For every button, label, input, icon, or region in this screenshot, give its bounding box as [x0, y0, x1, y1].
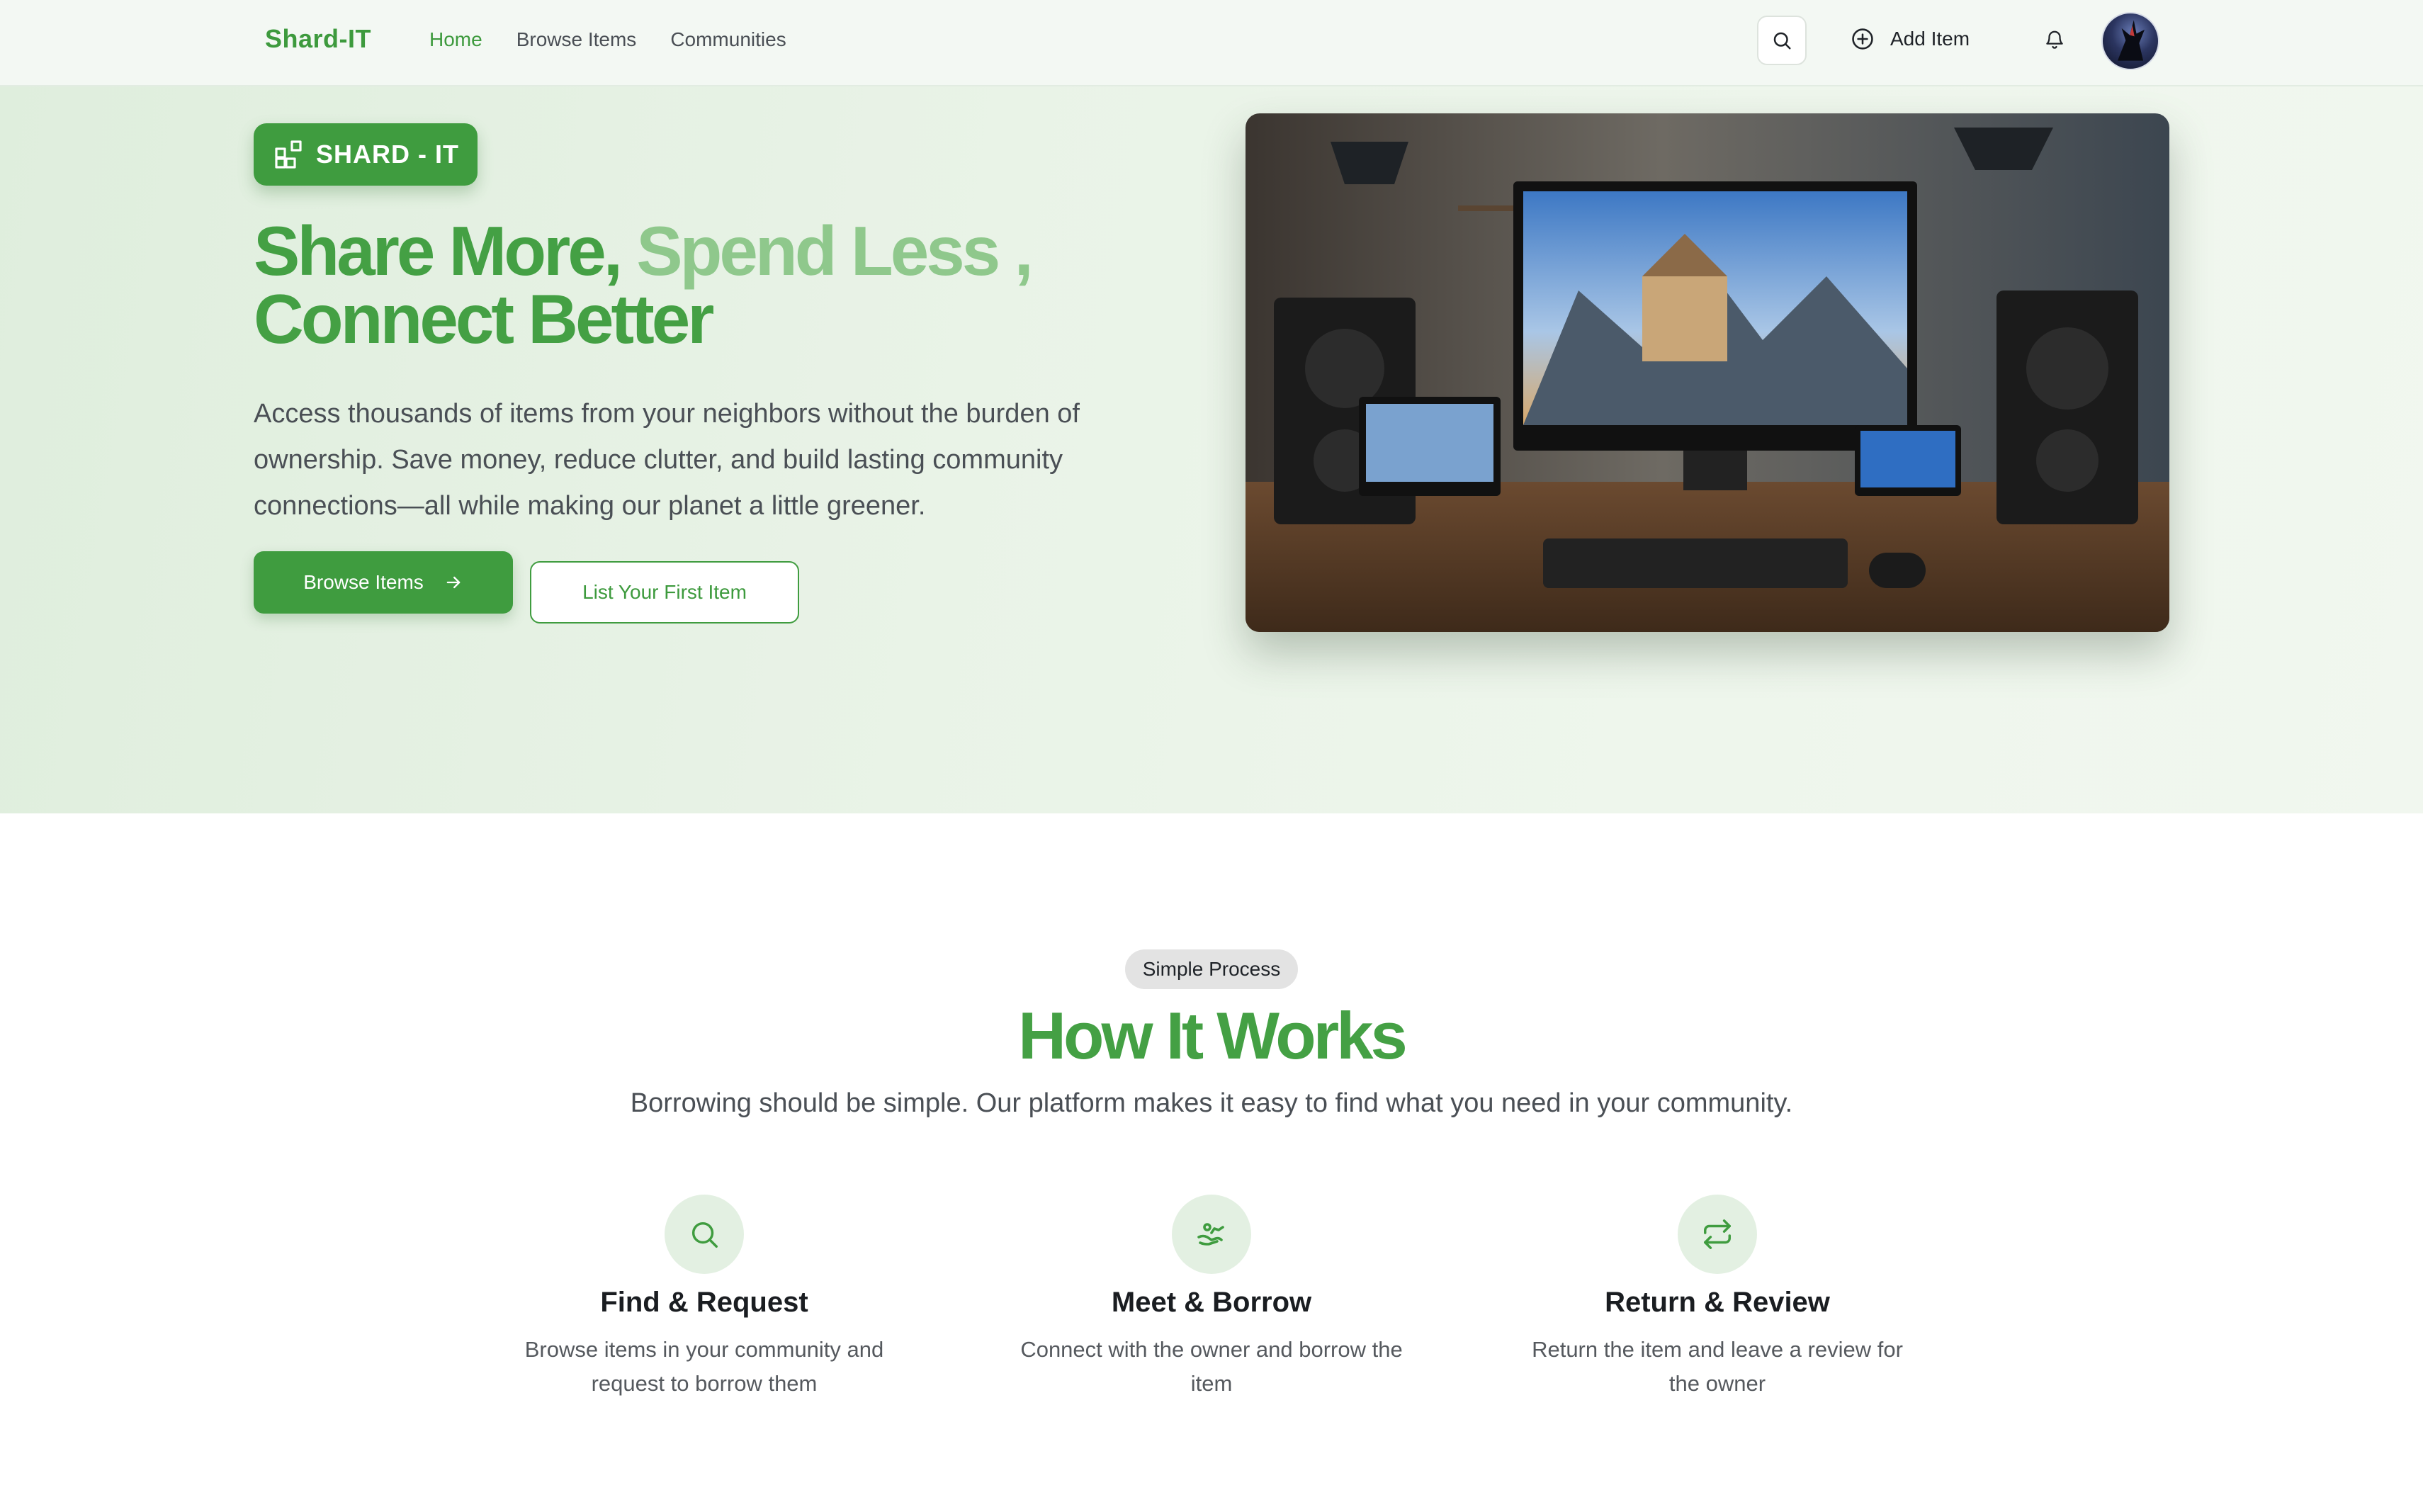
repeat-icon	[1704, 1219, 1731, 1249]
search-icon	[1773, 32, 1791, 50]
notifications-button[interactable]	[2040, 26, 2069, 54]
blocks-icon	[275, 140, 302, 169]
hero-description: Access thousands of items from your neig…	[254, 399, 1080, 521]
headline-part-2: Spend Less ,	[619, 212, 1034, 290]
brand-pill: SHARD - IT	[254, 123, 478, 186]
search-icon	[691, 1222, 718, 1248]
desk-setup-illustration	[1246, 113, 2169, 632]
step-description: Return the item and leave a review for t…	[1532, 1337, 1903, 1396]
avatar-image	[2117, 20, 2145, 61]
step-title: Return & Review	[1605, 1287, 1830, 1318]
nav-link-communities[interactable]: Communities	[670, 28, 786, 51]
brand-pill-label: SHARD - IT	[316, 140, 459, 169]
headline-part-1: Share More,	[254, 212, 623, 290]
plus-circle-icon	[1852, 28, 1873, 50]
hero-headline: Share More, Spend Less , Connect Better	[254, 216, 1104, 358]
step-icon-circle	[665, 1195, 744, 1274]
step-title: Find & Request	[600, 1287, 808, 1318]
brand-logo[interactable]: Shard-IT	[265, 24, 371, 54]
arrow-right-icon	[446, 576, 461, 589]
step-find-request: Find & Request Browse items in your comm…	[492, 1195, 917, 1401]
browse-items-label: Browse Items	[303, 571, 424, 593]
add-item-label: Add Item	[1890, 28, 1970, 50]
user-avatar[interactable]	[2101, 12, 2159, 70]
top-navbar: Shard-IT Home Browse Items Communities A…	[0, 0, 2423, 86]
bell-icon	[2046, 30, 2063, 49]
how-it-works-title: How It Works	[1018, 998, 1408, 1073]
simple-process-badge: Simple Process	[1125, 949, 1298, 989]
step-title: Meet & Borrow	[1111, 1287, 1312, 1318]
step-return-review: Return & Review Return the item and leav…	[1505, 1195, 1930, 1401]
step-description: Browse items in your community and reque…	[524, 1337, 884, 1396]
step-icon-circle	[1678, 1195, 1757, 1274]
step-icon-circle	[1172, 1195, 1251, 1274]
step-meet-borrow: Meet & Borrow Connect with the owner and…	[999, 1195, 1424, 1401]
browse-items-button[interactable]: Browse Items	[254, 551, 513, 614]
headline-part-3: Connect Better	[254, 280, 714, 358]
how-it-works-subtitle: Borrowing should be simple. Our platform…	[630, 1088, 1793, 1118]
hero-image	[1246, 113, 2169, 632]
nav-link-home[interactable]: Home	[429, 28, 482, 51]
add-item-button[interactable]: Add Item	[1851, 27, 1970, 51]
nav-link-browse-items[interactable]: Browse Items	[516, 28, 637, 51]
main-nav: Home Browse Items Communities	[429, 28, 786, 51]
step-description: Connect with the owner and borrow the it…	[1020, 1337, 1403, 1396]
search-button[interactable]	[1757, 16, 1807, 65]
list-first-item-button[interactable]: List Your First Item	[530, 561, 799, 624]
handshake-icon	[1197, 1223, 1224, 1246]
